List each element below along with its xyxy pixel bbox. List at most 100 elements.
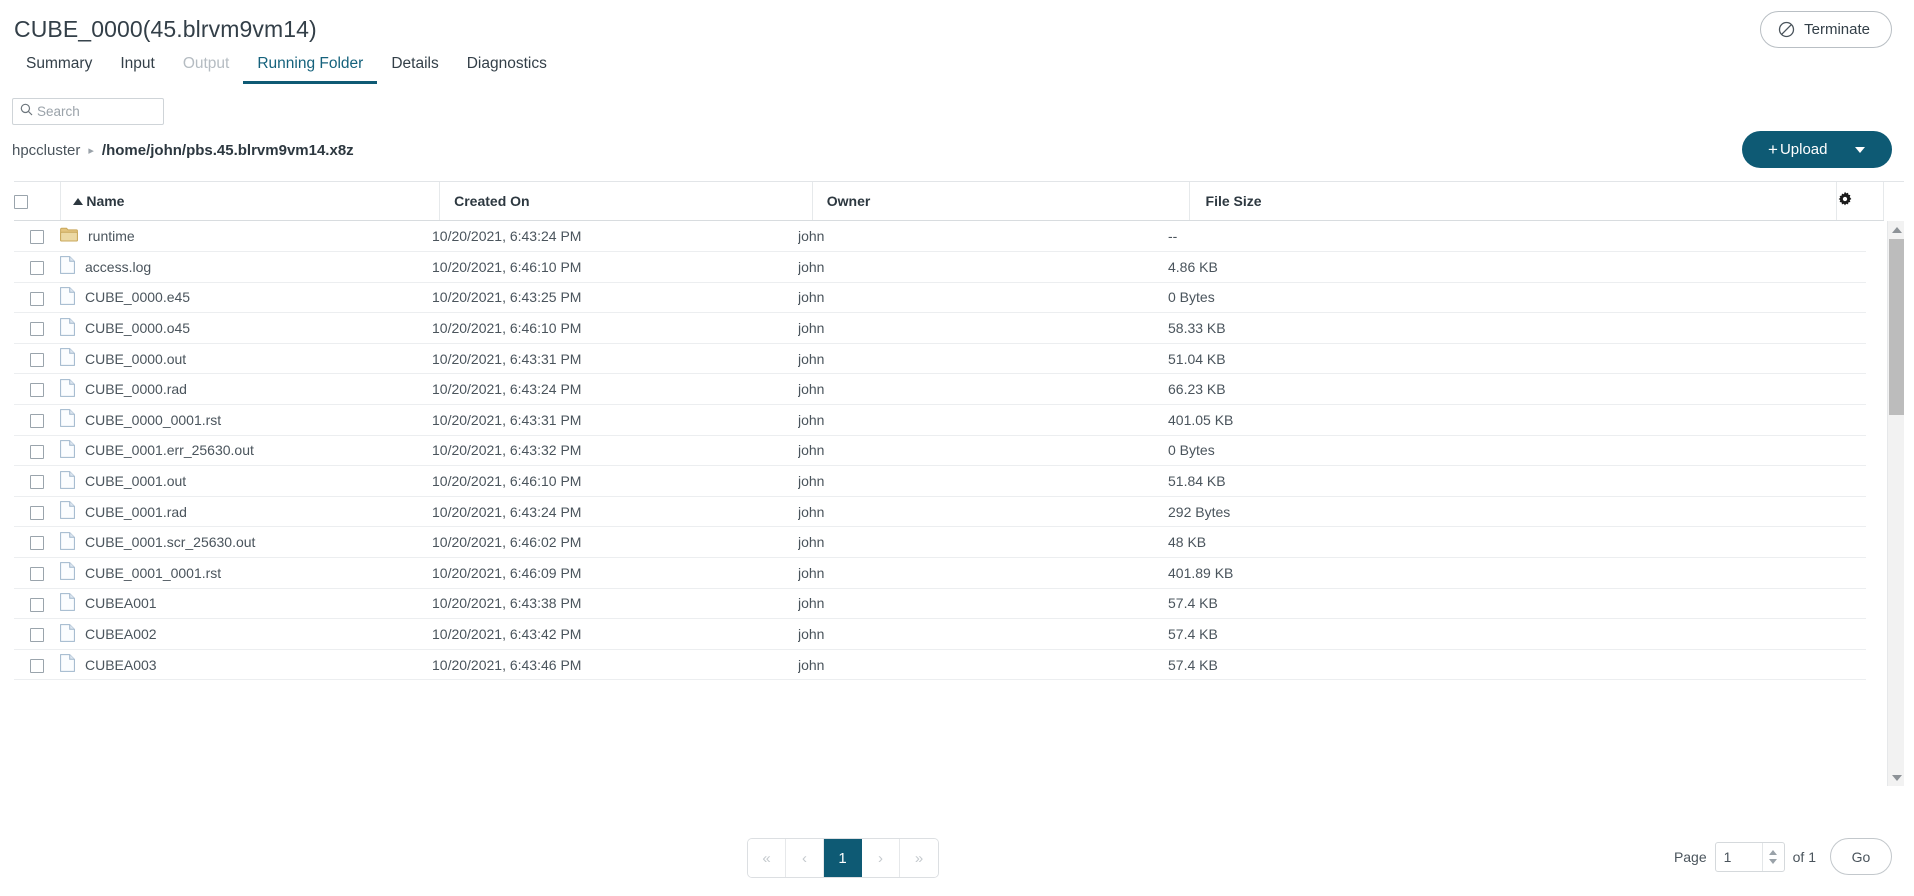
row-checkbox[interactable] bbox=[30, 597, 44, 612]
row-file-name[interactable]: CUBE_0001.out bbox=[85, 473, 186, 489]
row-name-cell: CUBE_0000.out bbox=[60, 343, 432, 375]
row-file-name[interactable]: CUBE_0000.o45 bbox=[85, 320, 190, 336]
column-header-file-size[interactable]: File Size bbox=[1189, 182, 1838, 221]
breadcrumb-root[interactable]: hpccluster bbox=[12, 142, 80, 159]
row-owner: john bbox=[798, 618, 1168, 650]
table-row[interactable]: CUBEA001 10/20/2021, 6:43:38 PM john 57.4 K… bbox=[14, 588, 1866, 620]
file-icon bbox=[60, 470, 75, 492]
row-file-name[interactable]: CUBE_0001.rad bbox=[85, 504, 187, 520]
row-checkbox[interactable] bbox=[30, 566, 44, 581]
table-row[interactable]: CUBE_0000_0001.rst 10/20/2021, 6:43:31 PM… bbox=[14, 404, 1866, 436]
row-file-name[interactable]: CUBE_0001_0001.rst bbox=[85, 565, 221, 581]
table-row[interactable]: access.log 10/20/2021, 6:46:10 PM john 4.86… bbox=[14, 251, 1866, 283]
table-row[interactable]: CUBE_0001.err_25630.out 10/20/2021, 6:43:… bbox=[14, 435, 1866, 467]
row-checkbox[interactable] bbox=[30, 444, 44, 459]
row-select-cell bbox=[14, 618, 60, 650]
row-file-name[interactable]: CUBE_0000_0001.rst bbox=[85, 412, 221, 428]
row-name-cell: runtime bbox=[60, 221, 432, 253]
row-file-name[interactable]: CUBE_0000.e45 bbox=[85, 289, 190, 305]
table-row[interactable]: CUBE_0001_0001.rst 10/20/2021, 6:46:09 PM… bbox=[14, 557, 1866, 589]
search-box[interactable] bbox=[12, 98, 164, 125]
running-folder-page: CUBE_0000(45.blrvm9vm14) Terminate Summa… bbox=[0, 0, 1914, 896]
stepper-up-icon[interactable] bbox=[1769, 849, 1778, 855]
row-file-name[interactable]: CUBEA001 bbox=[85, 595, 157, 611]
plus-icon: + bbox=[1768, 140, 1778, 159]
row-file-name[interactable]: access.log bbox=[85, 259, 151, 275]
row-owner: john bbox=[798, 343, 1168, 375]
column-settings-header[interactable] bbox=[1836, 182, 1884, 221]
pagination-prev[interactable]: ‹ bbox=[786, 839, 824, 877]
gear-icon[interactable] bbox=[1837, 191, 1853, 211]
row-checkbox[interactable] bbox=[30, 536, 44, 551]
row-checkbox[interactable] bbox=[30, 628, 44, 643]
row-name-cell: CUBEA002 bbox=[60, 618, 432, 650]
row-file-size: 57.4 KB bbox=[1168, 618, 1866, 650]
row-file-name[interactable]: runtime bbox=[88, 228, 135, 244]
row-created-on: 10/20/2021, 6:46:09 PM bbox=[432, 557, 798, 589]
row-checkbox[interactable] bbox=[30, 352, 44, 367]
row-name-cell: CUBE_0001.err_25630.out bbox=[60, 435, 432, 467]
go-button[interactable]: Go bbox=[1830, 838, 1892, 875]
row-file-size: 48 KB bbox=[1168, 526, 1866, 559]
row-checkbox[interactable] bbox=[30, 414, 44, 428]
row-checkbox[interactable] bbox=[30, 291, 44, 306]
scrollbar-thumb[interactable] bbox=[1889, 239, 1904, 415]
file-icon bbox=[60, 531, 75, 553]
row-file-name[interactable]: CUBE_0001.err_25630.out bbox=[85, 442, 254, 458]
table-row[interactable]: runtime 10/20/2021, 6:43:24 PM john -- bbox=[14, 221, 1866, 253]
row-file-name[interactable]: CUBEA002 bbox=[85, 626, 157, 642]
select-all-checkbox[interactable] bbox=[14, 194, 28, 209]
page-number-stepper[interactable] bbox=[1714, 841, 1785, 872]
row-checkbox[interactable] bbox=[30, 230, 44, 245]
upload-button[interactable]: + Upload bbox=[1742, 131, 1892, 168]
table-row[interactable]: CUBE_0000.e45 10/20/2021, 6:43:25 PM john 0… bbox=[14, 282, 1866, 314]
table-row[interactable]: CUBEA002 10/20/2021, 6:43:42 PM john 57.4 K… bbox=[14, 618, 1866, 650]
table-vertical-scrollbar[interactable] bbox=[1887, 221, 1904, 786]
terminate-button[interactable]: Terminate bbox=[1760, 11, 1892, 48]
row-name-cell: CUBEA001 bbox=[60, 588, 432, 620]
table-row[interactable]: CUBEA003 10/20/2021, 6:43:46 PM john 57.4 K… bbox=[14, 649, 1866, 681]
row-checkbox[interactable] bbox=[30, 383, 44, 398]
file-icon bbox=[60, 654, 75, 675]
scroll-up-arrow-icon[interactable] bbox=[1888, 221, 1904, 238]
row-file-name[interactable]: CUBEA003 bbox=[85, 657, 157, 673]
table-row[interactable]: CUBE_0000.rad 10/20/2021, 6:43:24 PM john 6… bbox=[14, 373, 1866, 406]
row-checkbox[interactable] bbox=[30, 505, 44, 520]
row-file-name[interactable]: CUBE_0000.out bbox=[85, 351, 186, 367]
sort-ascending-icon bbox=[73, 197, 84, 205]
table-row[interactable]: CUBE_0001.rad 10/20/2021, 6:43:24 PM john 2… bbox=[14, 496, 1866, 528]
pagination-next[interactable]: › bbox=[862, 839, 900, 877]
row-checkbox[interactable] bbox=[30, 322, 44, 337]
tab-diagnostics[interactable]: Diagnostics bbox=[453, 55, 561, 84]
pagination-last[interactable]: » bbox=[900, 839, 938, 877]
tab-summary[interactable]: Summary bbox=[12, 55, 106, 84]
row-checkbox[interactable] bbox=[30, 658, 44, 673]
table-row[interactable]: CUBE_0000.out 10/20/2021, 6:43:31 PM john 5… bbox=[14, 343, 1866, 375]
column-header-owner[interactable]: Owner bbox=[812, 182, 1190, 221]
tab-running-folder[interactable]: Running Folder bbox=[243, 55, 378, 84]
pagination-page-1[interactable]: 1 bbox=[824, 839, 862, 877]
chevron-down-icon[interactable] bbox=[1855, 146, 1866, 153]
row-name-cell: CUBE_0001.out bbox=[60, 465, 432, 497]
search-input[interactable] bbox=[37, 104, 149, 119]
column-header-created-on[interactable]: Created On bbox=[439, 182, 813, 221]
file-icon bbox=[60, 348, 75, 369]
table-row[interactable]: CUBE_0001.scr_25630.out 10/20/2021, 6:46:… bbox=[14, 526, 1866, 559]
page-number-input[interactable] bbox=[1715, 842, 1762, 871]
row-file-name[interactable]: CUBE_0000.rad bbox=[85, 381, 187, 397]
tab-details[interactable]: Details bbox=[377, 55, 452, 84]
stepper-down-icon[interactable] bbox=[1769, 858, 1778, 864]
table-row[interactable]: CUBE_0000.o45 10/20/2021, 6:46:10 PM john 5… bbox=[14, 312, 1866, 344]
tab-input[interactable]: Input bbox=[106, 55, 168, 84]
scroll-down-arrow-icon[interactable] bbox=[1888, 769, 1904, 786]
stepper-buttons[interactable] bbox=[1761, 842, 1784, 871]
row-file-size: 66.23 KB bbox=[1168, 373, 1866, 406]
row-checkbox[interactable] bbox=[30, 475, 44, 490]
file-icon bbox=[60, 501, 75, 522]
column-header-name[interactable]: Name bbox=[60, 182, 441, 221]
row-checkbox[interactable] bbox=[30, 261, 44, 276]
pagination-first[interactable]: « bbox=[748, 839, 786, 877]
row-file-name[interactable]: CUBE_0001.scr_25630.out bbox=[85, 534, 255, 550]
table-row[interactable]: CUBE_0001.out 10/20/2021, 6:46:10 PM john 5… bbox=[14, 465, 1866, 497]
file-table-body-scroll: runtime 10/20/2021, 6:43:24 PM john -- acces… bbox=[14, 221, 1904, 786]
